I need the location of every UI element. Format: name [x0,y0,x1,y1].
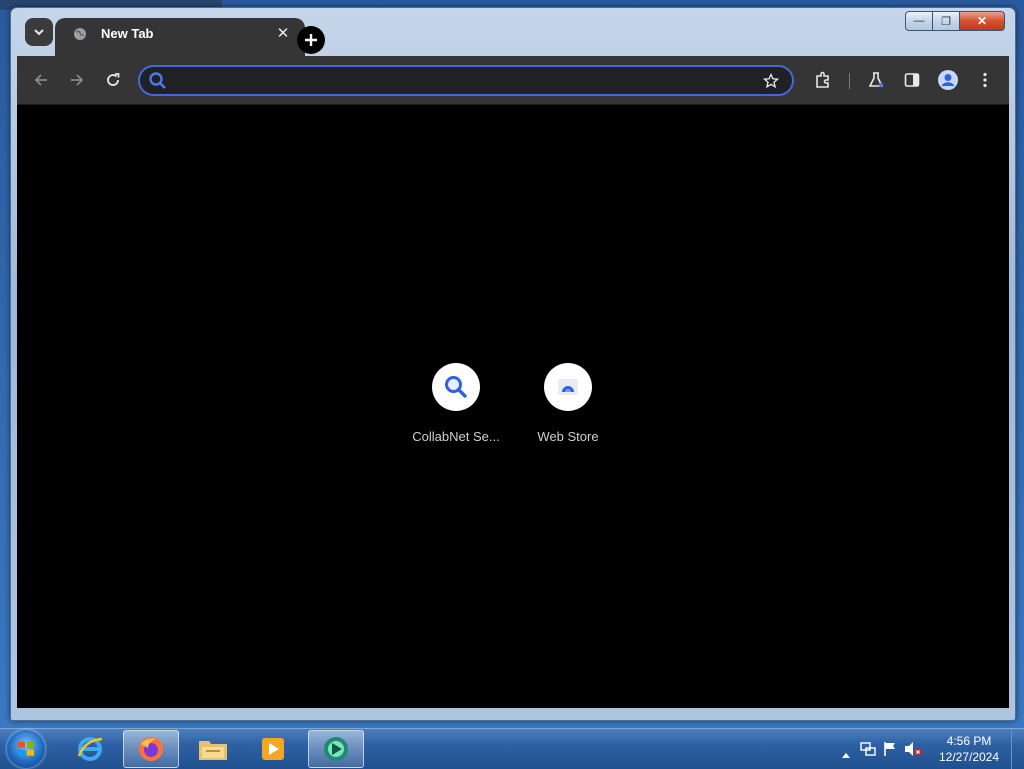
taskbar-file-explorer[interactable] [185,730,241,768]
internet-explorer-icon [77,737,103,761]
profile-button[interactable] [936,68,960,92]
taskbar: 4:56 PM 12/27/2024 [0,728,1024,769]
toolbar-separator [849,73,850,89]
side-panel-icon [904,73,920,87]
chrome-app-icon [324,737,348,761]
address-bar[interactable] [138,65,794,96]
menu-button[interactable] [973,68,997,92]
new-tab-button[interactable] [297,26,325,54]
shortcut-icon-circle [544,363,592,411]
media-player-icon [262,738,284,760]
flask-icon [868,72,884,88]
clock-date: 12/27/2024 [938,750,1000,764]
volume-tray-icon[interactable] [904,741,922,762]
windows-logo-icon [18,741,34,756]
action-center-tray-icon[interactable] [882,741,898,762]
kebab-menu-icon [983,72,987,88]
show-desktop-button[interactable] [1011,729,1024,769]
tab-strip: New Tab ✕ [17,16,1009,56]
extensions-button[interactable] [811,68,835,92]
taskbar-clock[interactable]: 4:56 PM 12/27/2024 [934,733,1004,765]
file-explorer-icon [199,741,227,760]
side-panel-button[interactable] [900,68,924,92]
avatar-icon [938,70,958,90]
tab-close-button[interactable]: ✕ [273,24,293,44]
tab-new-tab[interactable]: New Tab ✕ [55,18,305,56]
tab-search-button[interactable] [25,18,53,46]
back-button[interactable] [29,68,53,92]
forward-button[interactable] [65,68,89,92]
shortcut-label: CollabNet Se... [412,429,500,444]
search-icon [149,72,166,89]
star-icon [763,73,779,89]
flag-icon [884,742,895,756]
taskbar-internet-explorer[interactable] [62,730,118,768]
tab-title: New Tab [101,26,154,41]
puzzle-icon [816,71,829,88]
chevron-down-icon [34,29,44,36]
web-store-icon [558,379,578,395]
plus-icon [305,34,317,46]
arrow-left-icon [34,74,47,86]
clock-time: 4:56 PM [946,734,992,748]
volume-muted-icon [905,742,922,756]
taskbar-media-player[interactable] [245,730,301,768]
arrow-right-icon [71,74,84,86]
new-tab-page: CollabNet Se... Web Store [17,105,1009,708]
chrome-frame: New Tab ✕ CollabNet Se... Web Store [17,16,1009,716]
globe-icon [74,28,86,40]
network-tray-icon[interactable] [860,741,876,762]
search-icon [445,376,467,398]
network-icon [860,742,876,756]
browser-toolbar [17,56,1009,105]
bookmark-star-button[interactable] [760,70,782,92]
firefox-icon [139,737,163,761]
system-tray: 4:56 PM 12/27/2024 [834,729,1024,769]
reload-button[interactable] [101,68,125,92]
chevron-up-icon [842,753,850,758]
show-hidden-icons-button[interactable] [842,745,850,763]
shortcut-icon-circle [432,363,480,411]
reload-icon [107,73,120,86]
labs-button[interactable] [864,68,888,92]
browser-window: — ❐ ✕ New Tab ✕ CollabNet Se... Web Stor… [10,7,1016,721]
taskbar-firefox[interactable] [123,730,179,768]
address-input[interactable] [174,70,758,94]
taskbar-chrome-app[interactable] [308,730,364,768]
shortcut-label: Web Store [537,429,599,444]
shortcut-web-store[interactable]: Web Store [513,363,623,444]
shortcut-collabnet[interactable]: CollabNet Se... [401,363,511,444]
start-button[interactable] [7,730,45,768]
